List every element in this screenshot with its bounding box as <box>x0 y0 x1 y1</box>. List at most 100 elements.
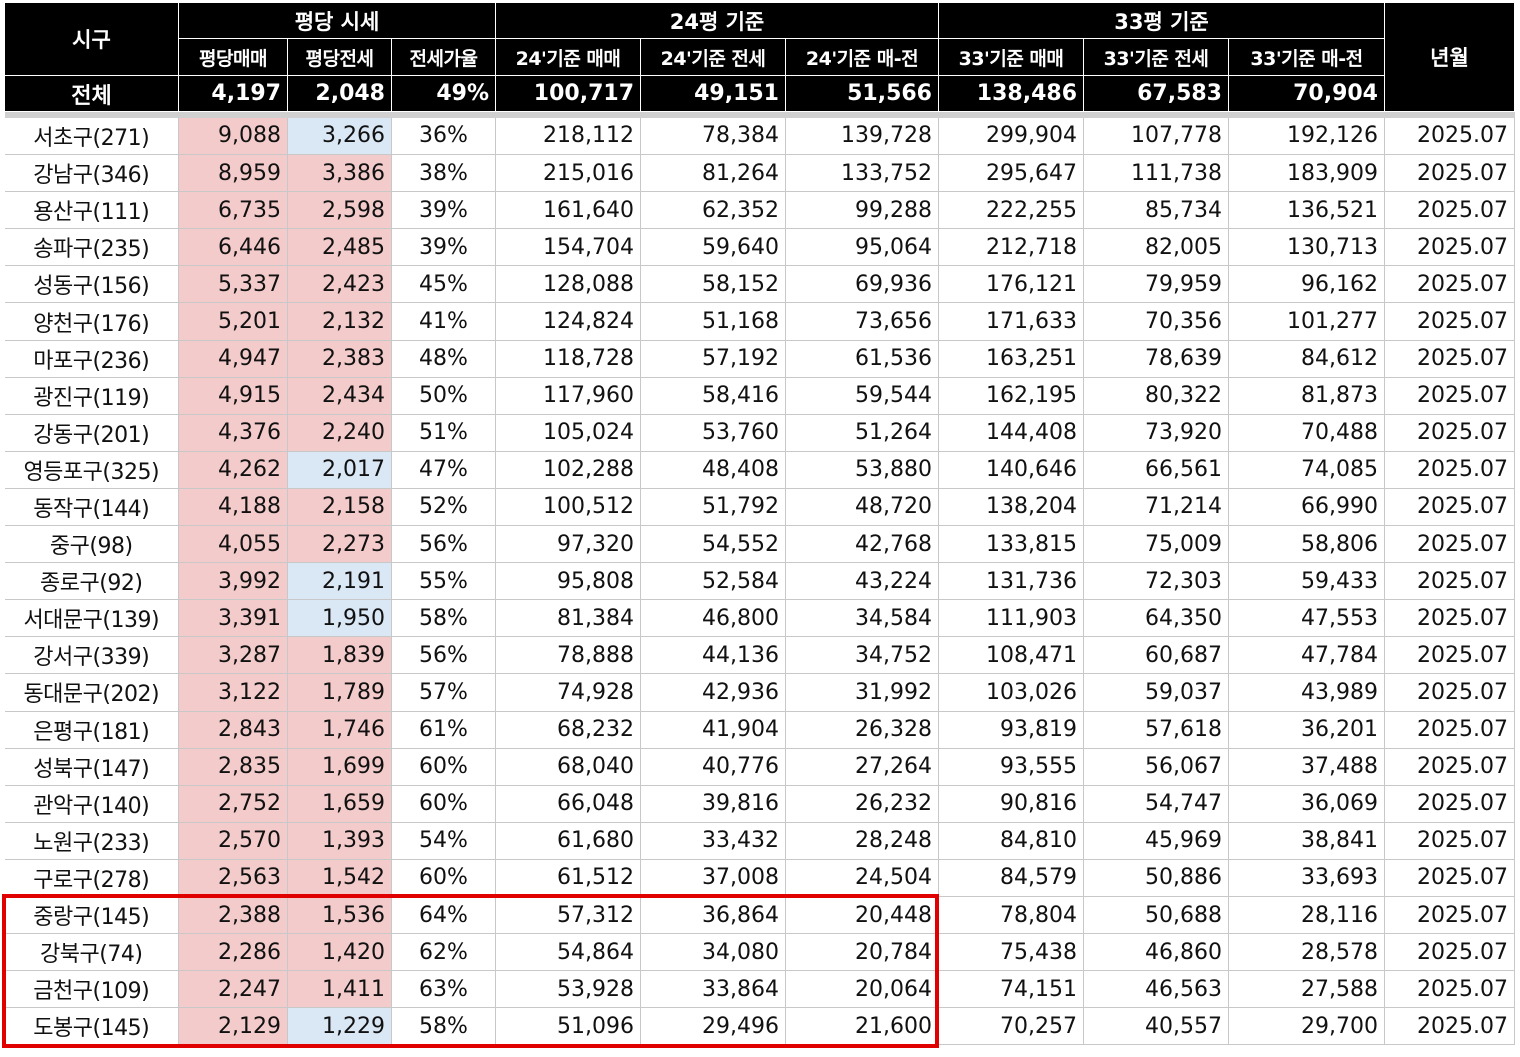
jeonse-24-cell: 44,136 <box>640 636 786 675</box>
district-cell: 중랑구(145) <box>4 896 179 935</box>
yearmonth-cell: 2025.07 <box>1384 785 1515 823</box>
jeonse-24-cell: 29,496 <box>640 1007 786 1046</box>
gap-24-cell: 69,936 <box>785 265 939 304</box>
subheader-24-gap: 24'기준 매-전 <box>785 38 939 76</box>
subheader-33-jeonse: 33'기준 전세 <box>1083 38 1229 76</box>
gap-33-cell: 47,784 <box>1228 636 1385 675</box>
table-row: 송파구(235) 6,446 2,485 39% 154,704 59,640 95,064… <box>4 228 1515 267</box>
jeonse-per-pyeong-cell: 3,266 <box>287 117 392 156</box>
table-row: 중구(98) 4,055 2,273 56% 97,320 54,552 42,768 133… <box>4 525 1515 564</box>
sale-33-cell: 108,471 <box>938 636 1084 675</box>
yearmonth-cell: 2025.07 <box>1384 117 1515 156</box>
table-row: 중랑구(145) 2,388 1,536 64% 57,312 36,864 20,448 7… <box>4 896 1515 935</box>
table-row: 구로구(278) 2,563 1,542 60% 61,512 37,008 24,504 8… <box>4 859 1515 897</box>
table-row: 서초구(271) 9,088 3,266 36% 218,112 78,384 139,72… <box>4 117 1515 156</box>
table-row: 관악구(140) 2,752 1,659 60% 66,048 39,816 26,232 9… <box>4 785 1515 823</box>
jeonse-33-cell: 79,959 <box>1083 265 1229 304</box>
jeonse-24-cell: 34,080 <box>640 933 786 972</box>
header-24-pyeong: 24평 기준 <box>495 2 939 39</box>
jeonse-ratio-cell: 55% <box>391 562 496 601</box>
gap-33-cell: 38,841 <box>1228 822 1385 860</box>
gap-24-cell: 20,448 <box>785 896 939 935</box>
jeonse-24-cell: 62,352 <box>640 191 786 230</box>
district-cell: 노원구(233) <box>4 822 179 860</box>
sale-per-pyeong-cell: 5,201 <box>178 302 288 341</box>
gap-24-cell: 27,264 <box>785 748 939 786</box>
gap-24-cell: 48,720 <box>785 488 939 527</box>
sale-per-pyeong-cell: 8,959 <box>178 154 288 193</box>
jeonse-per-pyeong-cell: 2,434 <box>287 377 392 415</box>
district-cell: 송파구(235) <box>4 228 179 267</box>
total-cell: 70,904 <box>1228 75 1385 112</box>
yearmonth-cell: 2025.07 <box>1384 562 1515 601</box>
yearmonth-cell: 2025.07 <box>1384 451 1515 489</box>
header-district: 시구 <box>4 2 179 76</box>
gap-33-cell: 192,126 <box>1228 117 1385 156</box>
table-row: 양천구(176) 5,201 2,132 41% 124,824 51,168 73,656… <box>4 302 1515 341</box>
sale-33-cell: 212,718 <box>938 228 1084 267</box>
jeonse-24-cell: 40,776 <box>640 748 786 786</box>
gap-24-cell: 99,288 <box>785 191 939 230</box>
jeonse-33-cell: 45,969 <box>1083 822 1229 860</box>
gap-33-cell: 74,085 <box>1228 451 1385 489</box>
table-row: 동대문구(202) 3,122 1,789 57% 74,928 42,936 31,992… <box>4 673 1515 712</box>
district-cell: 금천구(109) <box>4 970 179 1009</box>
gap-33-cell: 183,909 <box>1228 154 1385 193</box>
sale-24-cell: 61,680 <box>495 822 641 860</box>
jeonse-33-cell: 56,067 <box>1083 748 1229 786</box>
sale-per-pyeong-cell: 2,247 <box>178 970 288 1009</box>
jeonse-per-pyeong-cell: 2,273 <box>287 525 392 564</box>
district-cell: 강북구(74) <box>4 933 179 972</box>
sale-24-cell: 161,640 <box>495 191 641 230</box>
sale-33-cell: 295,647 <box>938 154 1084 193</box>
jeonse-24-cell: 42,936 <box>640 673 786 712</box>
table-row: 금천구(109) 2,247 1,411 63% 53,928 33,864 20,064 7… <box>4 970 1515 1009</box>
jeonse-33-cell: 46,563 <box>1083 970 1229 1009</box>
total-label: 전체 <box>4 75 179 112</box>
jeonse-ratio-cell: 56% <box>391 636 496 675</box>
yearmonth-cell: 2025.07 <box>1384 822 1515 860</box>
jeonse-ratio-cell: 50% <box>391 377 496 415</box>
jeonse-33-cell: 71,214 <box>1083 488 1229 527</box>
sale-24-cell: 128,088 <box>495 265 641 304</box>
table-row: 강남구(346) 8,959 3,386 38% 215,016 81,264 133,75… <box>4 154 1515 193</box>
sale-24-cell: 117,960 <box>495 377 641 415</box>
sale-per-pyeong-cell: 3,287 <box>178 636 288 675</box>
sale-24-cell: 100,512 <box>495 488 641 527</box>
jeonse-ratio-cell: 60% <box>391 748 496 786</box>
jeonse-ratio-cell: 36% <box>391 117 496 156</box>
sale-24-cell: 57,312 <box>495 896 641 935</box>
jeonse-24-cell: 54,552 <box>640 525 786 564</box>
sale-33-cell: 74,151 <box>938 970 1084 1009</box>
sale-33-cell: 171,633 <box>938 302 1084 341</box>
sale-per-pyeong-cell: 2,563 <box>178 859 288 897</box>
jeonse-24-cell: 39,816 <box>640 785 786 823</box>
total-cell: 100,717 <box>495 75 641 112</box>
yearmonth-cell: 2025.07 <box>1384 265 1515 304</box>
jeonse-33-cell: 111,738 <box>1083 154 1229 193</box>
district-cell: 서초구(271) <box>4 117 179 156</box>
table-row: 영등포구(325) 4,262 2,017 47% 102,288 48,408 53,88… <box>4 451 1515 489</box>
total-cell: 49% <box>391 75 496 112</box>
jeonse-33-cell: 46,860 <box>1083 933 1229 972</box>
table-row: 강북구(74) 2,286 1,420 62% 54,864 34,080 20,784 75… <box>4 933 1515 972</box>
sale-24-cell: 74,928 <box>495 673 641 712</box>
jeonse-per-pyeong-cell: 1,542 <box>287 859 392 897</box>
sale-24-cell: 81,384 <box>495 599 641 638</box>
table-row: 강동구(201) 4,376 2,240 51% 105,024 53,760 51,264… <box>4 414 1515 452</box>
sale-24-cell: 54,864 <box>495 933 641 972</box>
district-cell: 구로구(278) <box>4 859 179 897</box>
yearmonth-cell: 2025.07 <box>1384 228 1515 267</box>
jeonse-24-cell: 53,760 <box>640 414 786 452</box>
sale-24-cell: 68,232 <box>495 711 641 749</box>
gap-24-cell: 34,584 <box>785 599 939 638</box>
jeonse-ratio-cell: 63% <box>391 970 496 1009</box>
jeonse-per-pyeong-cell: 1,229 <box>287 1007 392 1046</box>
district-cell: 동작구(144) <box>4 488 179 527</box>
sale-24-cell: 51,096 <box>495 1007 641 1046</box>
yearmonth-cell: 2025.07 <box>1384 636 1515 675</box>
sale-24-cell: 124,824 <box>495 302 641 341</box>
total-cell: 2,048 <box>287 75 392 112</box>
sale-24-cell: 61,512 <box>495 859 641 897</box>
sale-per-pyeong-cell: 4,947 <box>178 340 288 378</box>
